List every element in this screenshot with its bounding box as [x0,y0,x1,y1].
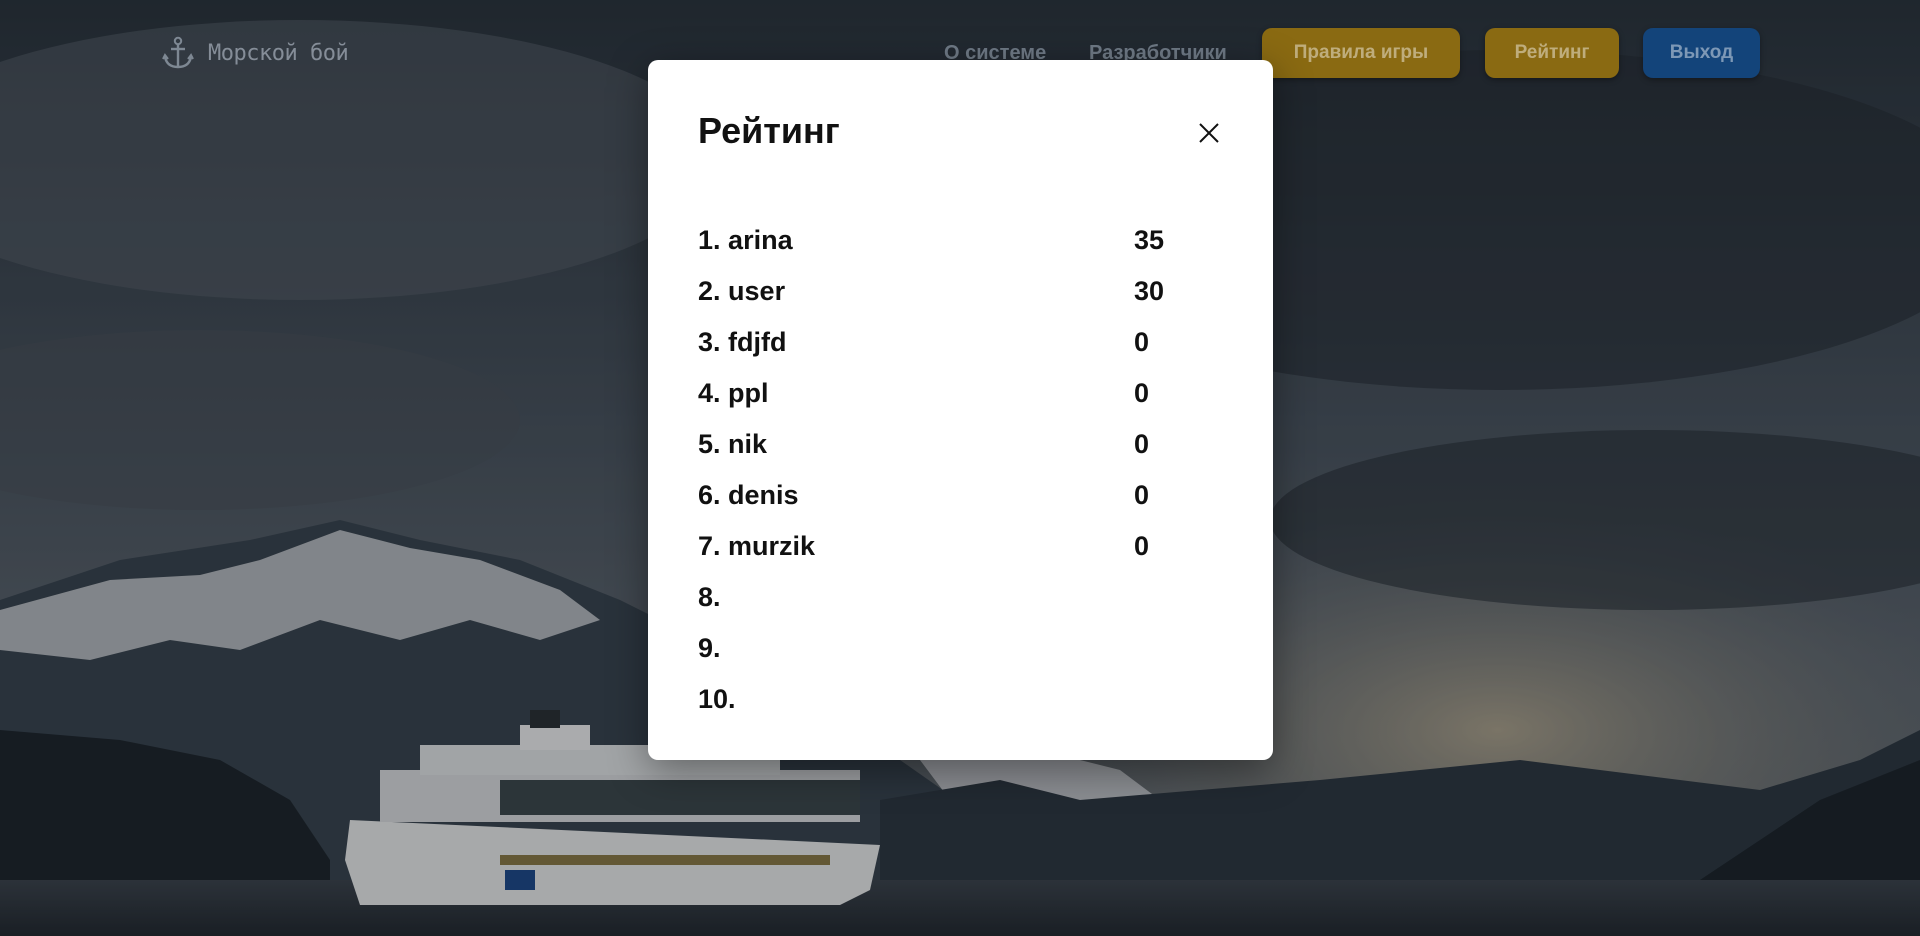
rating-row: 10. [698,674,1218,725]
rating-modal: Рейтинг 1. arina 35 2. user 30 3. fdjfd … [648,60,1273,760]
rank-number: 4. [698,378,721,408]
close-button[interactable] [1188,112,1230,154]
rules-button[interactable]: Правила игры [1262,28,1460,78]
player-score: 35 [1134,225,1165,255]
rating-list: 1. arina 35 2. user 30 3. fdjfd 0 4. ppl… [698,215,1218,725]
rating-row: 2. user 30 [698,266,1218,317]
player-name: denis [728,480,799,510]
player-score: 0 [1134,480,1150,510]
rating-row: 5. nik 0 [698,419,1218,470]
rating-row: 1. arina 35 [698,215,1218,266]
rank-number: 1. [698,225,721,255]
player-name: nik [728,429,768,459]
close-icon [1199,123,1219,143]
player-name: ppl [728,378,769,408]
rank-number: 8. [698,582,721,612]
rating-row: 9. [698,623,1218,674]
player-score: 0 [1134,531,1150,561]
player-score: 0 [1134,327,1150,357]
rank-number: 9. [698,633,721,663]
player-score: 30 [1134,276,1165,306]
rating-row: 3. fdjfd 0 [698,317,1218,368]
rank-number: 6. [698,480,721,510]
rank-number: 10. [698,684,736,714]
rating-row: 8. [698,572,1218,623]
rating-row: 4. ppl 0 [698,368,1218,419]
player-name: user [728,276,786,306]
rating-button[interactable]: Рейтинг [1485,28,1619,78]
modal-title: Рейтинг [698,110,840,151]
rank-number: 2. [698,276,721,306]
player-name: fdjfd [728,327,787,357]
player-score: 0 [1134,378,1150,408]
player-score: 0 [1134,429,1150,459]
rank-number: 5. [698,429,721,459]
rating-row: 7. murzik 0 [698,521,1218,572]
rating-row: 6. denis 0 [698,470,1218,521]
exit-button[interactable]: Выход [1643,28,1760,78]
player-name: arina [728,225,793,255]
player-name: murzik [728,531,816,561]
rank-number: 7. [698,531,721,561]
rank-number: 3. [698,327,721,357]
